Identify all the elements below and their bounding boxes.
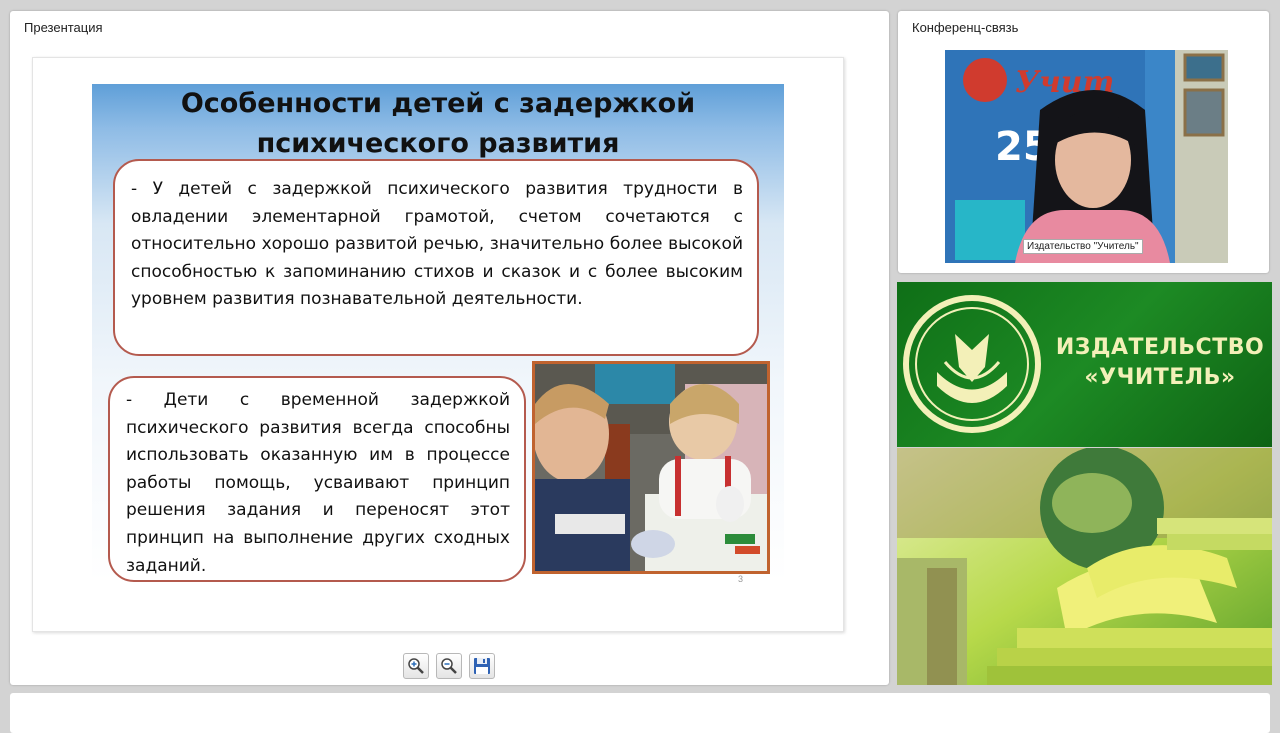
slide-text-box-1: - У детей с задержкой психического разви…: [113, 159, 759, 356]
bottom-panel: [10, 693, 1270, 733]
books-globe-image: [897, 448, 1272, 685]
webcam-video-image: Учит 25: [945, 50, 1228, 263]
slide-paragraph-1: - У детей с задержкой психического разви…: [131, 179, 743, 310]
zoom-in-button[interactable]: [403, 653, 429, 679]
banner-line1: ИЗДАТЕЛЬСТВО: [1055, 335, 1265, 360]
save-button[interactable]: [469, 653, 495, 679]
slide-paragraph-2: - Дети с временной задержкой психическог…: [126, 390, 510, 576]
zoom-out-icon: [441, 658, 457, 674]
zoom-out-button[interactable]: [436, 653, 462, 679]
participant-name-label: Издательство "Учитель": [1023, 239, 1143, 254]
publisher-logo-icon: [903, 295, 1041, 433]
children-photo-image: [535, 364, 767, 571]
slide-title-line1: Особенности детей с задержкой: [180, 88, 696, 119]
publisher-banner-text: ИЗДАТЕЛЬСТВО «УЧИТЕЛЬ»: [1055, 333, 1265, 393]
presentation-panel-title: Презентация: [24, 20, 103, 35]
books-globe-picture: [897, 448, 1272, 685]
slide-text-box-2: - Дети с временной задержкой психическог…: [108, 376, 526, 582]
floppy-disk-icon: [474, 658, 490, 674]
children-photo: [532, 361, 770, 574]
banner-line2: «УЧИТЕЛЬ»: [1084, 365, 1236, 390]
slide-title: Особенности детей с задержкой психическо…: [92, 84, 784, 164]
slide-title-line2: психического развития: [256, 128, 620, 159]
slide-page-number: 3: [738, 574, 744, 584]
zoom-in-icon: [408, 658, 424, 674]
webcam-video: Учит 25: [945, 50, 1228, 263]
conference-panel-title: Конференц-связь: [912, 20, 1019, 35]
slide: Особенности детей с задержкой психическо…: [32, 57, 844, 632]
presentation-panel: Презентация Особенности детей с задержко…: [10, 11, 889, 685]
